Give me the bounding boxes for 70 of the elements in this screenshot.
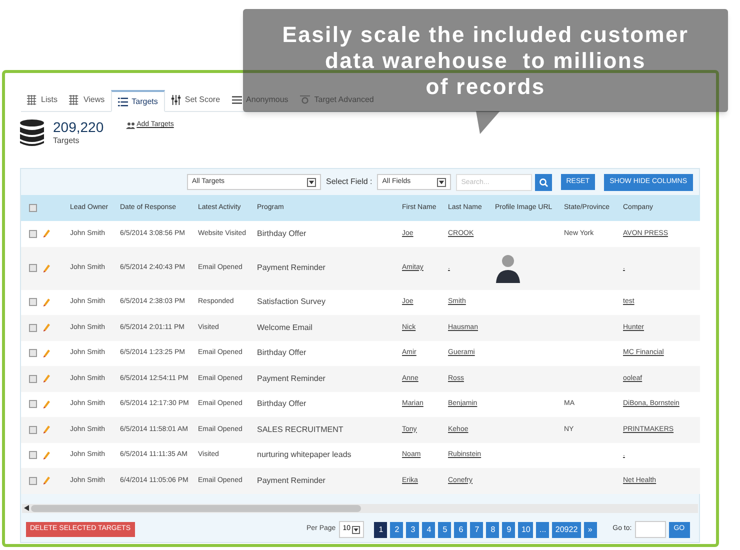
page-button[interactable]: 1 xyxy=(374,522,388,538)
list-icon xyxy=(118,96,128,106)
grid-icon xyxy=(69,95,80,105)
tab[interactable]: Lists xyxy=(21,89,64,111)
table-cell: nurturing whitepaper leads xyxy=(257,450,352,459)
page-button[interactable]: 6 xyxy=(454,522,468,538)
database-icon xyxy=(19,119,45,147)
pencil-icon[interactable] xyxy=(43,400,50,409)
pencil-icon[interactable] xyxy=(43,425,50,434)
checkbox[interactable] xyxy=(29,451,37,460)
people-icon xyxy=(126,122,135,129)
table-cell: Payment Reminder xyxy=(257,374,326,382)
go-to-field[interactable] xyxy=(634,521,666,538)
table-cell: Welcome Email xyxy=(257,322,312,332)
table-cell: Birthday Offer xyxy=(257,228,306,238)
target-count: 209,220 xyxy=(53,119,104,135)
page-button[interactable]: ... xyxy=(536,522,550,538)
search-button[interactable] xyxy=(535,174,552,190)
page-button[interactable]: 7 xyxy=(470,522,484,538)
checkbox[interactable] xyxy=(29,349,37,358)
pencil-icon[interactable] xyxy=(43,374,50,384)
callout-text-line: Easily scale the included customer xyxy=(282,22,689,48)
checkbox[interactable] xyxy=(29,400,37,408)
field-label: Select Field : xyxy=(326,176,372,188)
checkbox[interactable] xyxy=(29,426,37,434)
lines-icon xyxy=(232,95,242,105)
table-cell: Satisfaction Survey xyxy=(257,297,326,306)
scroll-thumb[interactable] xyxy=(31,504,361,512)
table-cell: SALES RECRUITMENT xyxy=(257,424,344,434)
page-button[interactable]: 5 xyxy=(438,522,452,538)
table-cell: Payment Reminder xyxy=(257,476,326,484)
dropdown-icon xyxy=(352,526,360,534)
page-button[interactable]: 9 xyxy=(502,522,516,538)
checkbox[interactable] xyxy=(29,374,37,383)
pencil-icon[interactable] xyxy=(43,476,50,486)
dropdown-icon xyxy=(437,178,446,186)
pencil-icon[interactable] xyxy=(43,298,50,307)
checkbox[interactable] xyxy=(29,298,37,306)
sliders-icon xyxy=(170,95,181,105)
page-button[interactable]: 3 xyxy=(406,522,420,538)
pencil-icon[interactable] xyxy=(43,323,50,332)
pencil-icon[interactable] xyxy=(43,229,50,238)
grid-icon xyxy=(27,95,37,105)
count-caption: Targets xyxy=(53,135,80,147)
page-button[interactable]: » xyxy=(584,522,597,538)
pencil-icon[interactable] xyxy=(43,450,50,460)
checkbox[interactable] xyxy=(29,476,37,485)
checkbox[interactable] xyxy=(29,204,37,212)
horizontal-scrollbar[interactable] xyxy=(22,504,698,512)
scroll-left-icon[interactable] xyxy=(24,505,29,511)
dropdown-icon xyxy=(307,178,316,186)
pencil-icon[interactable] xyxy=(43,264,50,272)
search-icon xyxy=(539,178,548,186)
callout-text-line: of records xyxy=(426,74,546,100)
tab[interactable]: Set Score xyxy=(164,89,226,111)
table-cell: Birthday Offer xyxy=(257,399,306,408)
table-cell: Birthday Offer xyxy=(257,348,306,357)
checkbox[interactable] xyxy=(29,324,37,332)
tab[interactable]: Views xyxy=(63,89,111,111)
callout-text-line: data warehouse to millions xyxy=(325,48,646,74)
page-button[interactable]: 4 xyxy=(422,522,436,538)
page-button[interactable]: 20922 xyxy=(552,522,581,538)
page-button[interactable]: 10 xyxy=(518,522,534,538)
checkbox[interactable] xyxy=(29,264,37,272)
page-button[interactable]: 8 xyxy=(486,522,500,538)
table-cell: Payment Reminder xyxy=(257,262,326,272)
tab[interactable]: Targets xyxy=(110,90,165,112)
pencil-icon[interactable] xyxy=(43,348,50,358)
checkbox[interactable] xyxy=(29,230,37,238)
page-button[interactable]: 2 xyxy=(390,522,404,538)
